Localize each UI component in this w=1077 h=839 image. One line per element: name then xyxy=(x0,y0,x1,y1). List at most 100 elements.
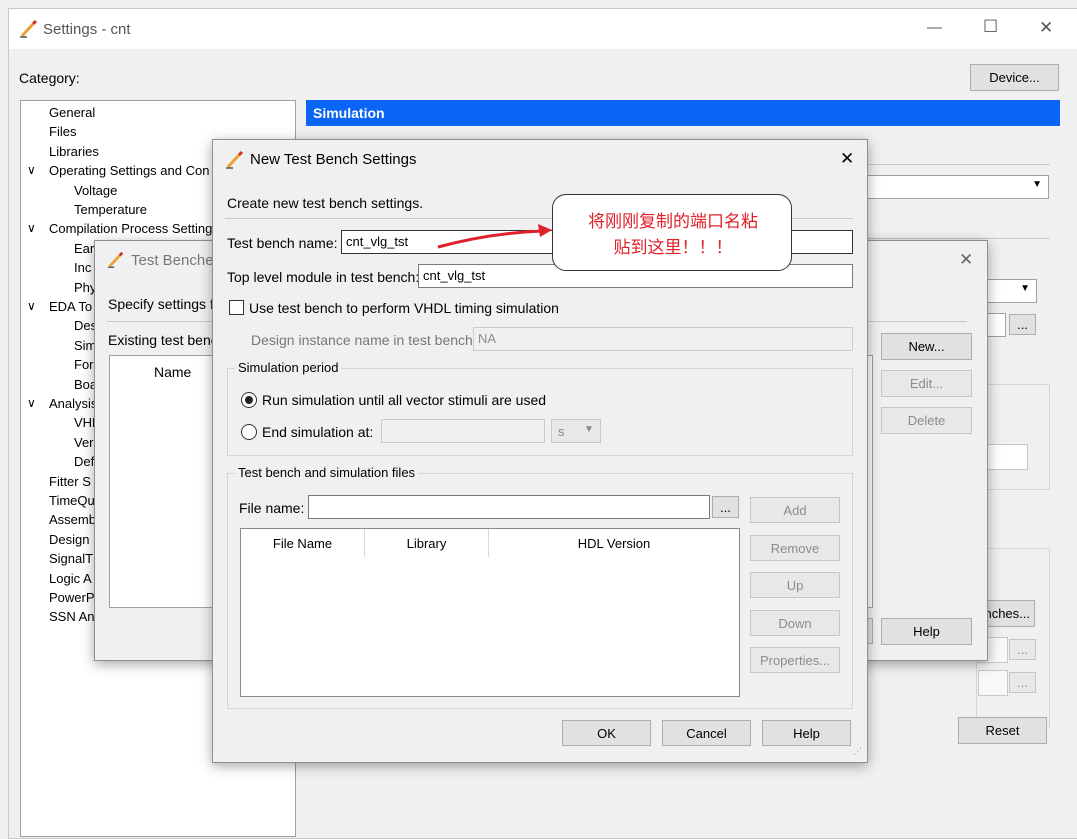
tb-name-label: Test bench name: xyxy=(227,235,338,251)
files-group-title: Test bench and simulation files xyxy=(235,465,419,480)
delete-button[interactable]: Delete xyxy=(881,407,972,434)
browse-button-2[interactable]: ... xyxy=(1009,639,1036,660)
tree-item[interactable]: PowerP xyxy=(49,590,95,605)
tree-item-label: Design xyxy=(49,531,90,547)
device-button[interactable]: Device... xyxy=(970,64,1059,91)
reset-button[interactable]: Reset xyxy=(958,717,1047,744)
mid-help-button[interactable]: Help xyxy=(881,618,972,645)
mid-dialog-title: Test Benche xyxy=(131,252,214,269)
dialog-close-icon[interactable]: ✕ xyxy=(840,149,854,169)
edit-button[interactable]: Edit... xyxy=(881,370,972,397)
tree-item-label: General xyxy=(49,105,96,120)
panel-input-3[interactable] xyxy=(978,670,1008,696)
file-name-label: File name: xyxy=(239,500,305,516)
tree-item[interactable]: General xyxy=(49,105,95,120)
top-module-label: Top level module in test bench: xyxy=(227,269,420,285)
category-label: Category: xyxy=(19,70,80,86)
vhdl-timing-checkbox[interactable] xyxy=(229,300,244,315)
time-unit-select[interactable]: s ▼ xyxy=(551,419,601,443)
chevron-down-icon: ▼ xyxy=(1032,179,1042,190)
file-browse-button[interactable]: ... xyxy=(712,496,739,518)
tree-item[interactable]: ∨ EDA To xyxy=(27,299,92,314)
tree-item[interactable]: ∨ Analysis xyxy=(27,396,97,411)
tree-item-label: Compilation Process Setting xyxy=(49,221,213,237)
chevron-down-icon: ▼ xyxy=(584,424,594,435)
down-button[interactable]: Down xyxy=(750,610,840,636)
tree-item[interactable]: SignalT xyxy=(49,551,93,566)
end-time-input[interactable] xyxy=(381,419,545,443)
add-button[interactable]: Add xyxy=(750,497,840,523)
tree-item[interactable]: Voltage xyxy=(74,183,117,198)
tree-item[interactable]: ∨ Compilation Process Setting xyxy=(27,221,213,237)
browse-button-3[interactable]: ... xyxy=(1009,672,1036,693)
pencil-icon xyxy=(225,150,245,173)
file-table[interactable]: File Name Library HDL Version xyxy=(240,528,740,697)
tree-item[interactable]: Fitter S xyxy=(49,474,91,489)
tree-item-label: Operating Settings and Con xyxy=(49,163,210,179)
properties-button[interactable]: Properties... xyxy=(750,647,840,673)
callout-line-1: 将刚刚复制的端口名粘 xyxy=(588,212,758,232)
minimize-icon[interactable]: — xyxy=(927,19,942,36)
specify-text: Specify settings fo xyxy=(108,296,222,312)
dialog-description: Create new test bench settings. xyxy=(227,195,424,211)
panel-group-input[interactable] xyxy=(986,444,1028,470)
title-bar: Settings - cnt — ☐ ✕ xyxy=(9,9,1077,49)
annotation-arrow xyxy=(437,224,552,249)
tree-item[interactable]: Ear xyxy=(74,241,94,256)
tree-item[interactable]: Inc xyxy=(74,260,91,275)
expander-icon[interactable]: ∨ xyxy=(27,396,36,410)
time-unit-value: s xyxy=(558,424,565,439)
tree-item[interactable]: Design xyxy=(49,532,89,547)
tree-item[interactable]: For xyxy=(74,357,94,372)
tool-name-combo[interactable]: ▼ xyxy=(862,175,1049,199)
browse-button-1[interactable]: ... xyxy=(1009,314,1036,335)
file-name-input[interactable] xyxy=(308,495,710,519)
panel-divider-2 xyxy=(866,238,1050,239)
end-radio[interactable] xyxy=(241,424,257,440)
instance-input[interactable]: NA xyxy=(473,327,853,351)
tree-item[interactable]: ∨ Operating Settings and Con xyxy=(27,163,210,179)
tree-item[interactable]: TimeQu xyxy=(49,493,95,508)
expander-icon[interactable]: ∨ xyxy=(27,299,36,313)
tree-item[interactable]: Temperature xyxy=(74,202,147,217)
column-header-library[interactable]: Library xyxy=(365,529,489,557)
tree-item[interactable]: Ver xyxy=(74,435,94,450)
sim-period-title: Simulation period xyxy=(235,360,342,375)
column-header-hdl-version[interactable]: HDL Version xyxy=(489,529,739,557)
tree-item-label: TimeQu xyxy=(49,493,95,508)
tree-item[interactable]: SSN An xyxy=(49,609,95,624)
up-button[interactable]: Up xyxy=(750,572,840,598)
name-column-header[interactable]: Name xyxy=(154,364,191,380)
tree-item[interactable]: Def xyxy=(74,454,94,469)
maximize-icon[interactable]: ☐ xyxy=(983,17,998,37)
column-header-file-name[interactable]: File Name xyxy=(241,529,365,557)
vhdl-timing-checkbox-label[interactable]: Use test bench to perform VHDL timing si… xyxy=(249,300,559,316)
callout-line-2: 贴到这里！！！ xyxy=(613,238,733,258)
tree-item-label: Inc xyxy=(74,260,92,276)
ok-button[interactable]: OK xyxy=(562,720,651,746)
expander-icon[interactable]: ∨ xyxy=(27,221,36,235)
tree-item-label: Fitter S xyxy=(49,473,91,489)
remove-button[interactable]: Remove xyxy=(750,535,840,561)
end-radio-label[interactable]: End simulation at: xyxy=(262,424,373,440)
run-radio-label[interactable]: Run simulation until all vector stimuli … xyxy=(262,392,546,408)
close-icon[interactable]: ✕ xyxy=(1039,18,1053,38)
tree-item[interactable]: Assemb xyxy=(49,512,96,527)
expander-icon[interactable]: ∨ xyxy=(27,163,36,177)
new-button[interactable]: New... xyxy=(881,333,972,360)
chevron-down-icon: ▼ xyxy=(1020,283,1030,294)
tree-item-label: Ver xyxy=(74,434,94,450)
tree-item[interactable]: Logic A xyxy=(49,571,92,586)
mid-dialog-close-icon[interactable]: ✕ xyxy=(959,250,973,270)
tree-item-label: PowerP xyxy=(49,590,95,605)
tree-item[interactable]: Files xyxy=(49,124,76,139)
resize-grip-icon[interactable]: ⋰ xyxy=(853,746,862,757)
cancel-button[interactable]: Cancel xyxy=(662,720,751,746)
tree-item[interactable]: Libraries xyxy=(49,144,99,159)
instance-label: Design instance name in test bench: xyxy=(251,332,477,348)
annotation-callout: 将刚刚复制的端口名粘 贴到这里！！！ xyxy=(552,194,792,271)
help-button[interactable]: Help xyxy=(762,720,851,746)
tree-item-label: Logic A xyxy=(49,570,92,586)
pencil-icon xyxy=(107,251,125,272)
run-radio[interactable] xyxy=(241,392,257,408)
